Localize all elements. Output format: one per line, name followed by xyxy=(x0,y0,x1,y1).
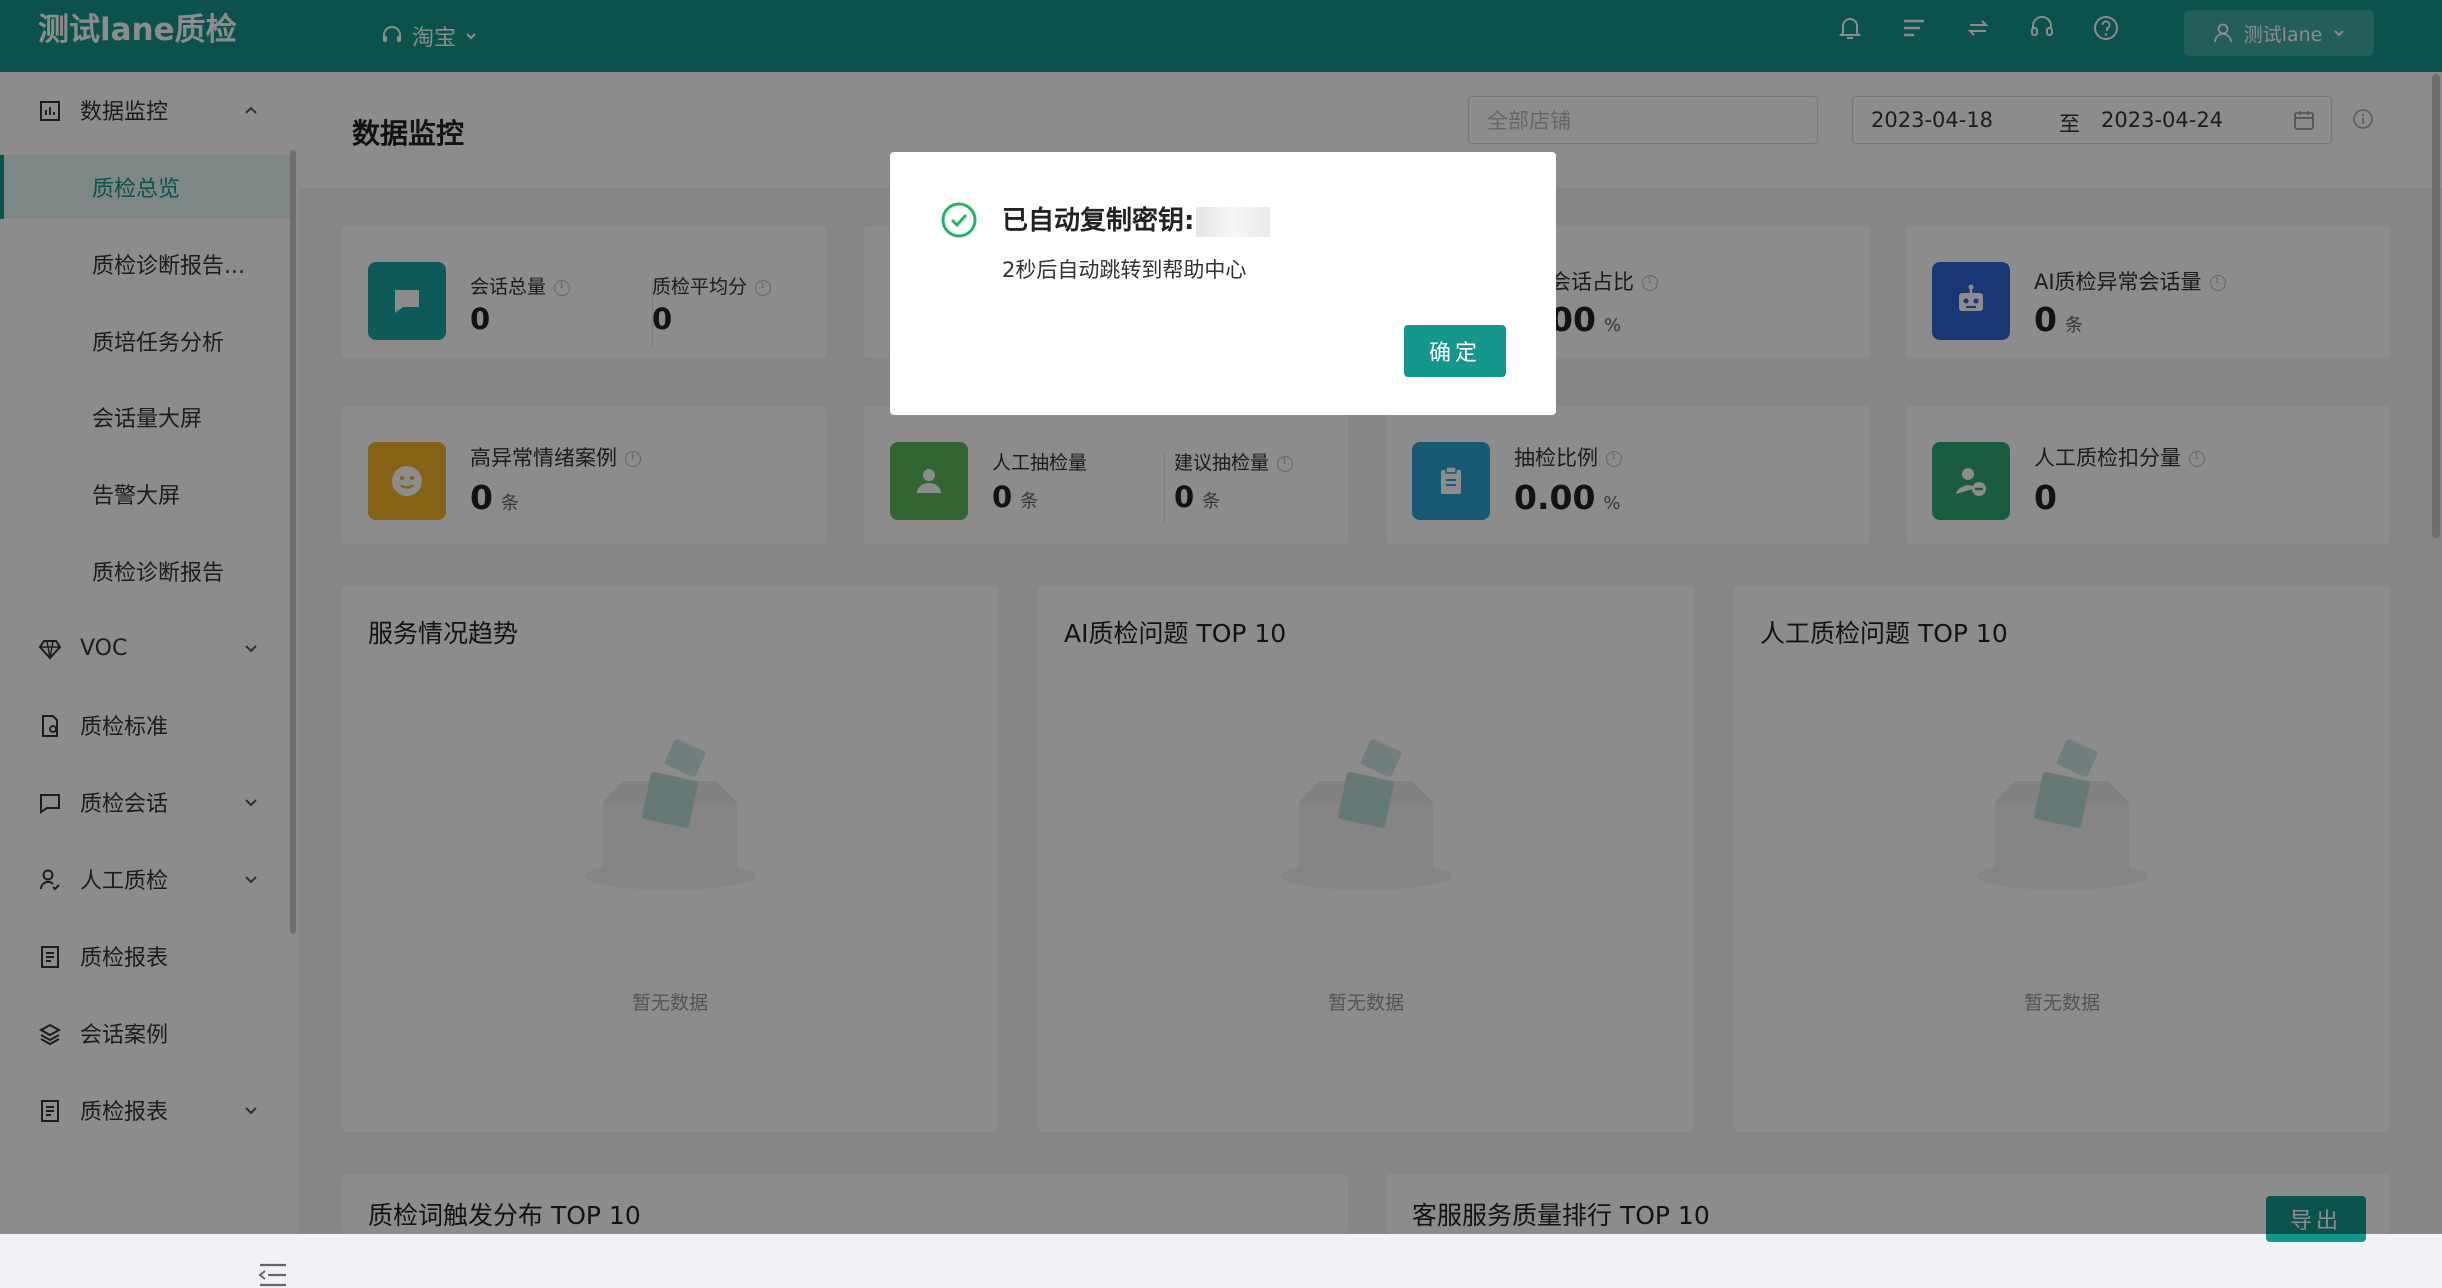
dialog-title: 已自动复制密钥: xyxy=(1002,200,1271,237)
confirm-button[interactable]: 确定 xyxy=(1404,325,1506,377)
collapse-menu-icon[interactable] xyxy=(258,1262,288,1288)
redacted-key xyxy=(1196,206,1271,237)
copy-key-dialog: 已自动复制密钥: 2秒后自动跳转到帮助中心 确定 xyxy=(890,152,1556,415)
check-circle-icon xyxy=(941,202,977,238)
dialog-message: 2秒后自动跳转到帮助中心 xyxy=(1002,258,1247,282)
page-scrollbar[interactable] xyxy=(2432,74,2440,538)
